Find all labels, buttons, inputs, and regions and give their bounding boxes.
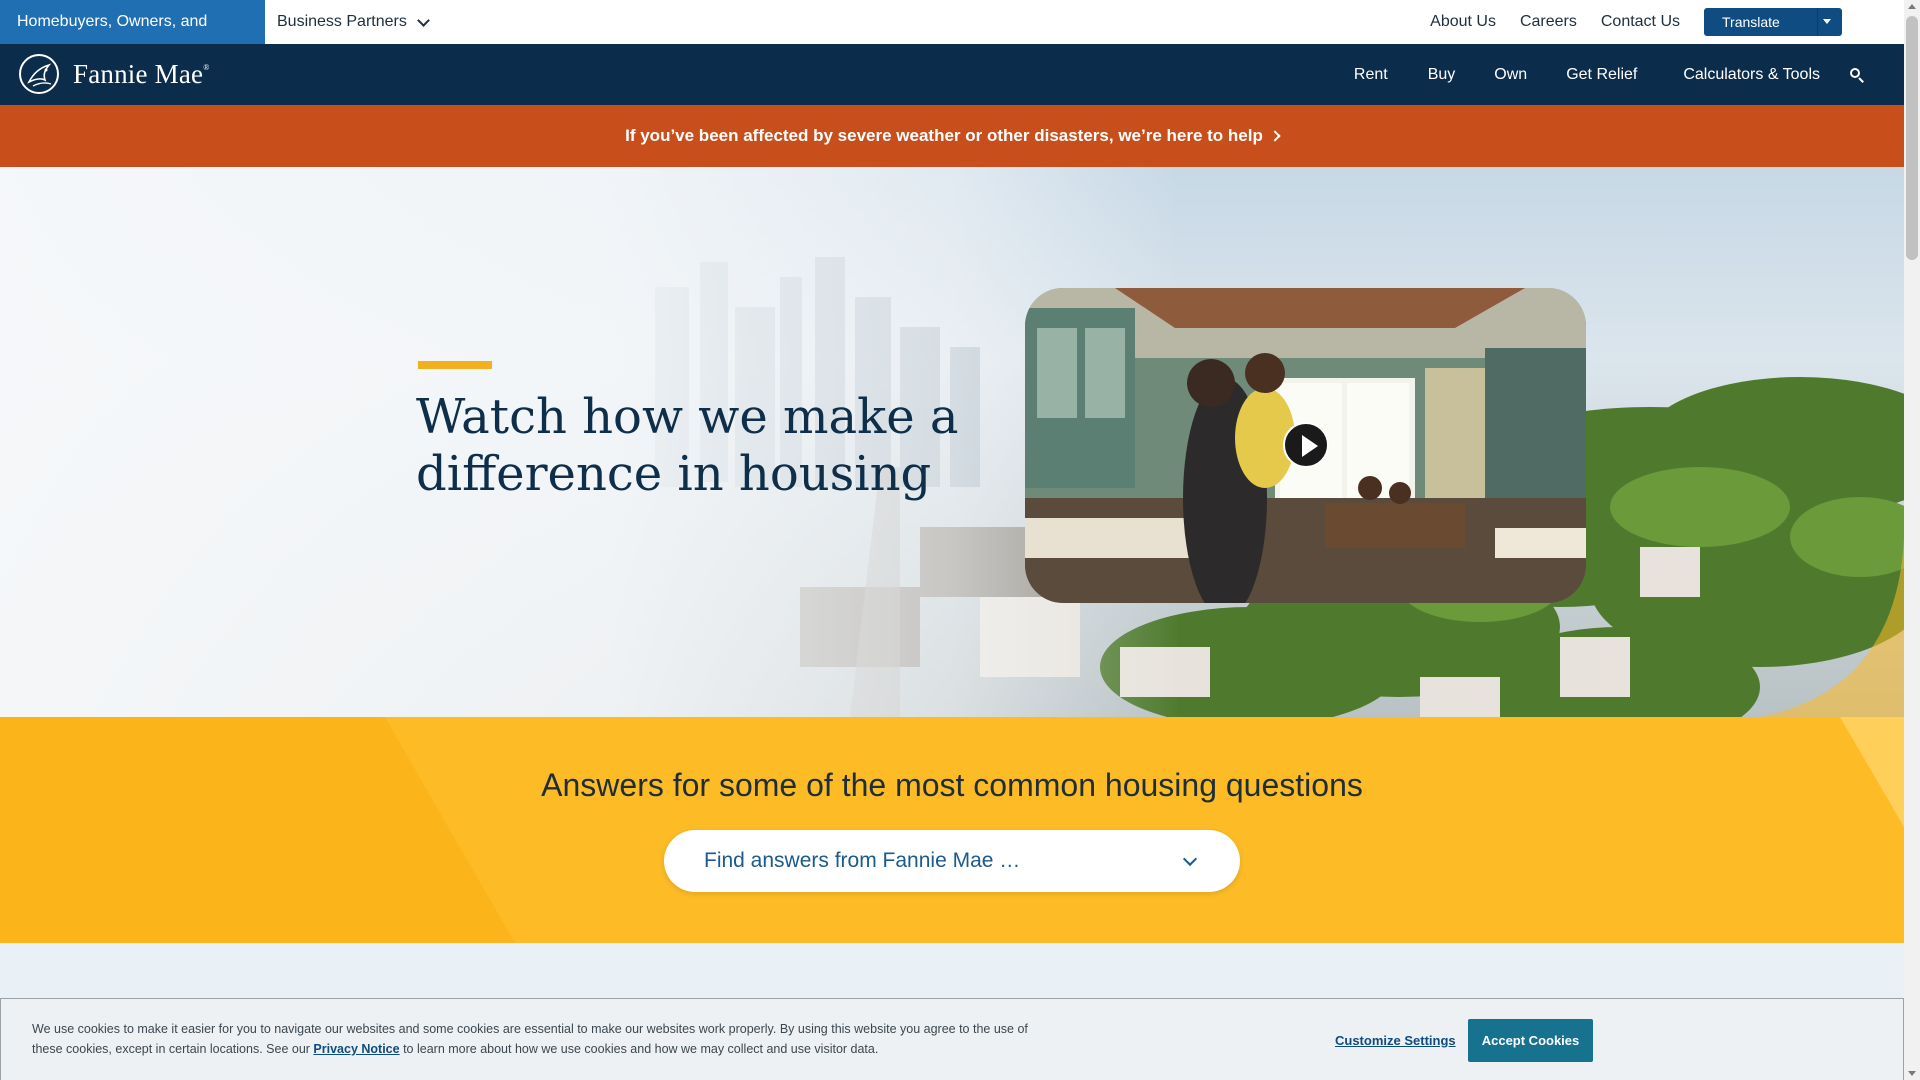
scroll-down-arrow-icon[interactable] (1908, 1071, 1916, 1076)
alert-text: If you’ve been affected by severe weathe… (625, 126, 1263, 145)
nav-buy[interactable]: Buy (1428, 66, 1456, 84)
business-partners-dropdown[interactable]: Business Partners (277, 0, 430, 44)
chevron-right-icon (1269, 130, 1281, 142)
disaster-relief-alert-banner[interactable]: If you’ve been affected by severe weathe… (0, 105, 1904, 167)
primary-nav-items: Rent Buy Own Get Relief Calculators & To… (1354, 44, 1904, 105)
accept-cookies-button[interactable]: Accept Cookies (1468, 1019, 1593, 1062)
customize-settings-link[interactable]: Customize Settings (1335, 1033, 1456, 1048)
find-answers-dropdown[interactable]: Find answers from Fannie Mae … (664, 830, 1240, 892)
chevron-down-icon (416, 13, 430, 27)
search-icon[interactable] (1850, 67, 1864, 83)
logo-emblem-icon (19, 54, 59, 94)
translate-button[interactable]: Translate (1704, 8, 1842, 36)
logo-wordmark: Fannie Mae® (73, 58, 210, 89)
contact-us-link[interactable]: Contact Us (1601, 13, 1680, 31)
careers-link[interactable]: Careers (1520, 13, 1577, 31)
hero-section: Watch how we make a difference in housin… (0, 167, 1904, 717)
translate-label: Translate (1722, 14, 1780, 30)
nav-own[interactable]: Own (1494, 66, 1527, 84)
scrollbar-thumb[interactable] (1906, 16, 1918, 260)
about-us-link[interactable]: About Us (1430, 13, 1496, 31)
accept-cookies-label: Accept Cookies (1481, 1033, 1580, 1048)
page-scrollbar[interactable] (1904, 0, 1920, 1080)
chevron-down-icon (1182, 851, 1198, 867)
cookie-consent-banner: We use cookies to make it easier for you… (0, 998, 1904, 1080)
find-answers-placeholder: Find answers from Fannie Mae … (704, 849, 1021, 872)
nav-rent[interactable]: Rent (1354, 66, 1388, 84)
cookie-text-after: to learn more about how we use cookies a… (403, 1042, 879, 1056)
utility-bar: Homebuyers, Owners, and Renters Business… (0, 0, 1904, 74)
hero-title: Watch how we make a difference in housin… (416, 389, 959, 502)
business-partners-label: Business Partners (277, 13, 407, 30)
answers-section: Answers for some of the most common hous… (0, 717, 1904, 943)
nav-calculators-tools[interactable]: Calculators & Tools (1683, 66, 1820, 84)
hero-accent-bar (418, 361, 492, 369)
nav-get-relief[interactable]: Get Relief (1566, 66, 1637, 84)
main-navigation: Fannie Mae® Rent Buy Own Get Relief Calc… (0, 44, 1904, 105)
caret-down-icon (1823, 19, 1831, 24)
fannie-mae-logo[interactable]: Fannie Mae® (19, 54, 210, 94)
utility-links: About Us Careers Contact Us Translate (1430, 0, 1904, 44)
scroll-up-arrow-icon[interactable] (1908, 4, 1916, 9)
hero-video-thumbnail[interactable] (1025, 288, 1586, 603)
audience-tab-homebuyers[interactable]: Homebuyers, Owners, and Renters (0, 0, 265, 74)
play-icon[interactable] (1283, 422, 1329, 468)
cookie-message: We use cookies to make it easier for you… (32, 1019, 1042, 1059)
answers-heading: Answers for some of the most common hous… (541, 767, 1363, 803)
privacy-notice-link[interactable]: Privacy Notice (313, 1042, 399, 1056)
translate-divider (1817, 8, 1818, 36)
